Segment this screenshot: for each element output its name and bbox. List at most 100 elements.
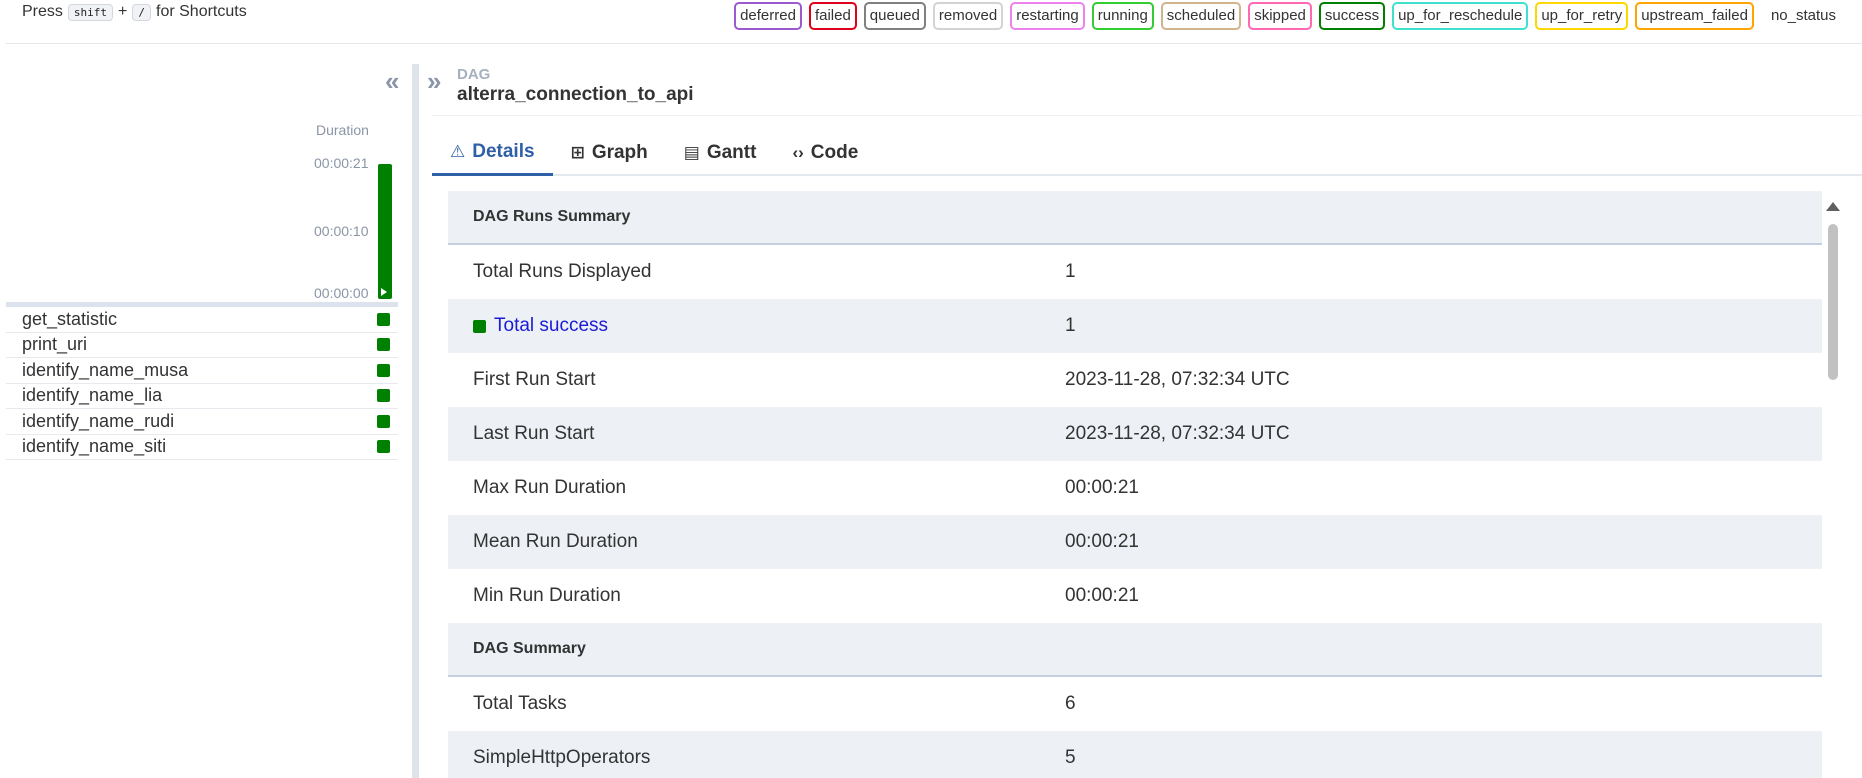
dag-breadcrumb-label: DAG xyxy=(457,66,491,83)
shortcuts-for-text: for Shortcuts xyxy=(156,3,247,20)
row-value: 00:00:21 xyxy=(1065,585,1139,606)
tab-code-label: Code xyxy=(810,142,859,163)
row-value: 5 xyxy=(1065,747,1076,768)
state-success[interactable]: success xyxy=(1318,2,1386,30)
table-row: Total Runs Displayed 1 xyxy=(448,245,1822,299)
state-deferred[interactable]: deferred xyxy=(734,2,802,30)
total-success-link[interactable]: Total success xyxy=(494,315,608,337)
gantt-icon: ▤ xyxy=(683,143,700,162)
scrollbar-thumb[interactable] xyxy=(1828,224,1838,380)
duration-tick-max: 00:00:21 xyxy=(314,155,369,171)
tab-gantt[interactable]: ▤ Gantt xyxy=(666,130,775,176)
state-failed[interactable]: failed xyxy=(808,2,857,30)
play-icon xyxy=(381,288,387,296)
tab-graph[interactable]: ⊞ Graph xyxy=(553,130,666,176)
table-row: Mean Run Duration 00:00:21 xyxy=(448,515,1822,569)
table-row: Min Run Duration 00:00:21 xyxy=(448,569,1822,623)
header-divider xyxy=(432,115,1862,116)
graph-icon: ⊞ xyxy=(570,143,585,162)
task-row[interactable]: identify_name_musa xyxy=(6,358,398,384)
task-instance-status[interactable] xyxy=(377,389,390,403)
task-row[interactable]: print_uri xyxy=(6,333,398,358)
tab-details[interactable]: ⚠ Details xyxy=(432,130,553,176)
details-scrollbar[interactable] xyxy=(1824,196,1842,778)
section-header-dag-summary: DAG Summary xyxy=(448,623,1822,677)
double-chevron-right-icon[interactable]: » xyxy=(427,68,441,94)
state-running[interactable]: running xyxy=(1091,2,1154,30)
row-key: Mean Run Duration xyxy=(473,531,638,552)
task-instance-status[interactable] xyxy=(377,363,390,377)
slash-key: / xyxy=(132,3,151,21)
duration-tick-zero: 00:00:00 xyxy=(314,285,369,301)
row-key: First Run Start xyxy=(473,369,596,390)
plus-sign: + xyxy=(118,3,128,20)
row-value: 2023-11-28, 07:32:34 UTC xyxy=(1065,369,1290,390)
row-value: 2023-11-28, 07:32:34 UTC xyxy=(1065,423,1290,444)
section-header-dag-runs-summary: DAG Runs Summary xyxy=(448,191,1822,245)
row-value: 6 xyxy=(1065,693,1076,714)
row-value: 00:00:21 xyxy=(1065,477,1139,498)
task-instance-status[interactable] xyxy=(377,312,390,326)
task-name[interactable]: get_statistic xyxy=(22,309,117,330)
task-name[interactable]: identify_name_rudi xyxy=(22,411,174,432)
details-table: DAG Runs Summary Total Runs Displayed 1 … xyxy=(448,191,1822,778)
state-scheduled[interactable]: scheduled xyxy=(1160,2,1242,30)
task-instance-status[interactable] xyxy=(377,338,390,352)
shift-key: shift xyxy=(67,3,114,21)
task-instance-status[interactable] xyxy=(377,414,390,428)
table-row: Total Tasks 6 xyxy=(448,677,1822,731)
task-name[interactable]: identify_name_musa xyxy=(22,360,188,381)
tab-details-label: Details xyxy=(472,140,535,162)
top-bar: Press shift + / for Shortcuts deferred f… xyxy=(6,0,1862,44)
task-list: get_statistic print_uri identify_name_mu… xyxy=(6,307,398,460)
task-row[interactable]: identify_name_siti xyxy=(6,435,398,460)
row-key: Max Run Duration xyxy=(473,477,627,498)
dag-run-bar[interactable] xyxy=(378,164,392,299)
shortcuts-press-text: Press xyxy=(22,3,63,20)
row-key: Last Run Start xyxy=(473,423,595,444)
task-row[interactable]: identify_name_lia xyxy=(6,384,398,409)
details-tabs: ⚠ Details ⊞ Graph ▤ Gantt ‹› Code xyxy=(432,130,1862,176)
code-icon: ‹› xyxy=(792,143,804,162)
row-key: Min Run Duration xyxy=(473,585,621,606)
state-no-status[interactable]: no_status xyxy=(1760,2,1842,30)
double-chevron-left-icon[interactable]: « xyxy=(385,68,399,94)
duration-tick-mid: 00:00:10 xyxy=(314,223,369,239)
duration-axis-label: Duration xyxy=(316,122,369,138)
task-name[interactable]: identify_name_lia xyxy=(22,385,162,406)
task-name[interactable]: print_uri xyxy=(22,334,87,355)
state-up-for-retry[interactable]: up_for_retry xyxy=(1535,2,1629,30)
task-instance-status[interactable] xyxy=(377,440,390,454)
state-removed[interactable]: removed xyxy=(932,2,1004,30)
table-row: Max Run Duration 00:00:21 xyxy=(448,461,1822,515)
section-title: DAG Summary xyxy=(473,640,586,657)
state-up-for-reschedule[interactable]: up_for_reschedule xyxy=(1392,2,1529,30)
success-status-square xyxy=(473,319,486,333)
panel-resize-handle[interactable] xyxy=(412,64,419,778)
dag-id-breadcrumb[interactable]: alterra_connection_to_api xyxy=(457,84,694,106)
task-row[interactable]: identify_name_rudi xyxy=(6,409,398,435)
shortcuts-hint: Press shift + / for Shortcuts xyxy=(22,3,247,21)
section-title: DAG Runs Summary xyxy=(473,208,631,225)
state-skipped[interactable]: skipped xyxy=(1248,2,1312,30)
state-restarting[interactable]: restarting xyxy=(1010,2,1085,30)
table-row: SimpleHttpOperators 5 xyxy=(448,731,1822,778)
tab-gantt-label: Gantt xyxy=(706,142,757,163)
row-key: Total Runs Displayed xyxy=(473,261,652,282)
row-key: Total Tasks xyxy=(473,693,567,714)
table-row: Total success 1 xyxy=(448,299,1822,353)
tab-graph-label: Graph xyxy=(591,142,648,163)
tab-code[interactable]: ‹› Code xyxy=(774,130,876,176)
task-name[interactable]: identify_name_siti xyxy=(22,436,166,457)
state-upstream-failed[interactable]: upstream_failed xyxy=(1635,2,1754,30)
state-legend: deferred failed queued removed restartin… xyxy=(734,2,1842,30)
row-value: 00:00:21 xyxy=(1065,531,1139,552)
table-row: First Run Start 2023-11-28, 07:32:34 UTC xyxy=(448,353,1822,407)
row-key: Total success xyxy=(448,315,1065,337)
row-key: SimpleHttpOperators xyxy=(473,747,651,768)
scroll-up-arrow-icon[interactable] xyxy=(1826,202,1840,211)
row-value: 1 xyxy=(1065,261,1076,282)
warning-triangle-icon: ⚠ xyxy=(450,141,466,161)
state-queued[interactable]: queued xyxy=(863,2,926,30)
task-row[interactable]: get_statistic xyxy=(6,307,398,333)
